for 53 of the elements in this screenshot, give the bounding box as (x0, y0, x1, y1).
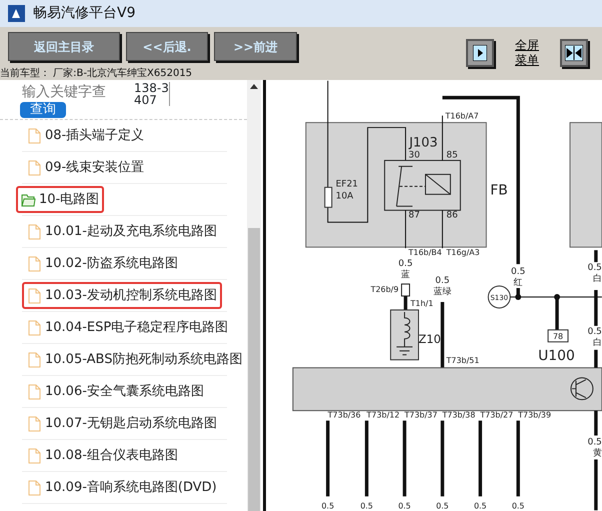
wire-size-label: 0.5 (398, 501, 411, 510)
query-button[interactable]: 查询 (20, 102, 66, 118)
current-vehicle-text: 当前车型： 厂家:B-北京汽车绅宝X652015 (0, 68, 194, 80)
connector-label: T73b/37 (404, 410, 438, 420)
window-title: 畅易汽修平台V9 (33, 4, 136, 23)
connector-label: T1h/1 (410, 298, 434, 308)
connector-label: T73b/51 (446, 356, 480, 365)
wire-label: 0.5 白 (588, 326, 602, 348)
wire-size-label: 0.5 (512, 501, 525, 510)
wire-size-label: 0.5 (474, 501, 487, 510)
tree-item[interactable]: 10.01-起动及充电系统电路图 (45, 222, 217, 242)
tree-item[interactable]: 10.06-安全气囊系统电路图 (45, 382, 204, 402)
wire-label: 0.5 蓝 (398, 259, 413, 280)
pin-label: 87 (408, 210, 420, 220)
tree-item[interactable]: 10.08-组合仪表电路图 (45, 446, 178, 466)
wire-size-label: 0.5 (322, 501, 334, 510)
tree-item[interactable]: 10.07-无钥匙启动系统电路图 (45, 414, 217, 434)
fuse-box-label: FB (490, 182, 508, 198)
connector-label: T26b/9 (370, 285, 399, 294)
connector-label: T73b/38 (442, 410, 476, 420)
connector-label: T73b/27 (480, 410, 514, 420)
side-text: 138-3407 (134, 82, 170, 106)
connector-label: T16b/B4 (408, 248, 442, 258)
tree-item[interactable]: 10.09-音响系统电路图(DVD) (45, 478, 217, 498)
tree-item[interactable]: 10.03-发动机控制系统电路图 (45, 286, 217, 306)
wire-size-label: 0.5 (360, 501, 374, 510)
keyword-search-field[interactable]: 输入关键字查 (22, 82, 132, 103)
tree-item[interactable]: 09-线束安装位置 (45, 158, 144, 178)
pin-label: 86 (446, 210, 458, 220)
relay-label: J103 (409, 136, 438, 150)
pin-label: 30 (408, 150, 420, 160)
wire-size-label: 0.5 (436, 501, 449, 510)
fuse-label: EF21 (336, 179, 358, 190)
wire-label: 0.5 白 (588, 263, 602, 284)
pin-label: 85 (446, 150, 458, 160)
tree-item[interactable]: 10.05-ABS防抱死制动系统电路图 (45, 350, 242, 370)
wire-label: 0.5 红 (511, 267, 526, 288)
tree-item[interactable]: 08-插头端子定义 (45, 126, 144, 146)
fuse-rating-label: 10A (336, 191, 354, 202)
connector-label: T16g/A3 (446, 248, 480, 258)
connector-label: T73b/36 (328, 410, 361, 420)
connector-label: T16b/A7 (446, 112, 479, 121)
connector-label: T73b/12 (366, 410, 400, 420)
module-label: U100 (538, 348, 576, 364)
tree-item[interactable]: 10.04-ESP电子稳定程序电路图 (45, 318, 228, 338)
wire-label: 0.5 蓝绿 (434, 276, 452, 297)
connector-label: T73b/39 (518, 410, 552, 420)
component-label: Z10 (418, 332, 442, 346)
tree-folder[interactable]: 10-电路图 (39, 190, 100, 210)
wire-label: 0.5 黄 (588, 438, 602, 458)
tree-item[interactable]: 10.02-防盗系统电路图 (45, 254, 178, 274)
terminal-label: 78 (553, 332, 564, 341)
fullscreen-menu-link[interactable]: 全屏菜单 (514, 38, 540, 68)
